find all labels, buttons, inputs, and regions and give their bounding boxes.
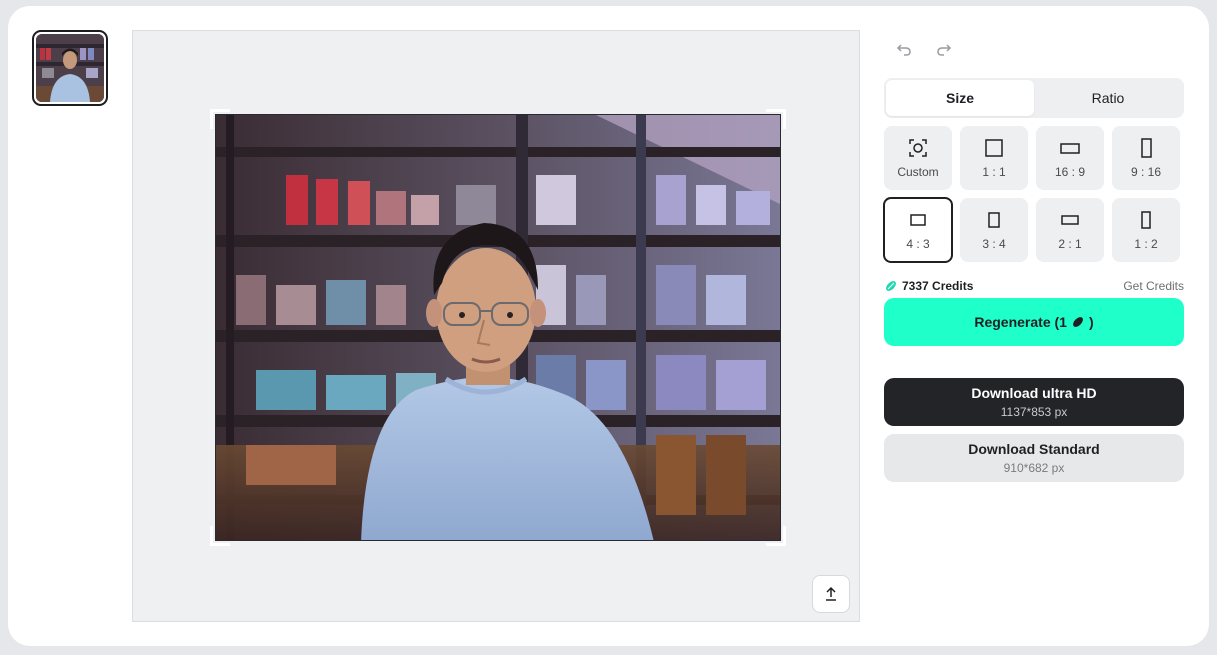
- ratio-1-1[interactable]: 1 : 1: [960, 126, 1028, 190]
- get-credits-link[interactable]: Get Credits: [1123, 279, 1184, 293]
- download-standard-button[interactable]: Download Standard 910*682 px: [884, 434, 1184, 482]
- credits-amount: 7337 Credits: [902, 279, 974, 293]
- ratio-label: 16 : 9: [1054, 165, 1086, 179]
- ratio-2-1[interactable]: 2 : 1: [1036, 198, 1104, 262]
- source-thumbnail[interactable]: [32, 30, 108, 106]
- undo-button[interactable]: [894, 39, 914, 59]
- credits-icon: [886, 281, 896, 291]
- ratio-1-2[interactable]: 1 : 2: [1112, 198, 1180, 262]
- ratio-label: 9 : 16: [1130, 165, 1162, 179]
- undo-icon: [896, 44, 911, 56]
- landscape-wide-icon: [1060, 137, 1080, 159]
- crop-handle-top-left[interactable]: [210, 109, 230, 129]
- mode-tabs: Size Ratio: [884, 78, 1184, 118]
- redo-icon: [937, 44, 952, 56]
- ratio-label: 1 : 2: [1134, 237, 1158, 251]
- download-hd-size: 1137*853 px: [1000, 405, 1068, 419]
- credits-balance: 7337 Credits: [884, 279, 973, 293]
- redo-button[interactable]: [934, 39, 954, 59]
- image-canvas: [132, 30, 860, 622]
- ratio-label: 2 : 1: [1058, 237, 1082, 251]
- ratio-9-16[interactable]: 9 : 16: [1112, 126, 1180, 190]
- history-controls: [894, 39, 954, 59]
- portrait-1-2-icon: [1136, 209, 1156, 231]
- ratio-label: 3 : 4: [982, 237, 1006, 251]
- regenerate-label: Regenerate (1: [974, 314, 1067, 330]
- ratio-label: Custom: [897, 165, 939, 179]
- credit-cost-icon: [1073, 317, 1083, 327]
- crop-handle-bottom-left[interactable]: [210, 526, 230, 546]
- ratio-4-3[interactable]: 4 : 3: [883, 197, 953, 263]
- download-std-size: 910*682 px: [1003, 461, 1065, 475]
- regenerate-suffix: ): [1088, 314, 1094, 330]
- portrait-tall-icon: [1136, 137, 1156, 159]
- landscape-2-1-icon: [1060, 209, 1080, 231]
- ratio-label: 1 : 1: [982, 165, 1006, 179]
- crop-handle-top-right[interactable]: [766, 109, 786, 129]
- download-hd-title: Download ultra HD: [971, 385, 1097, 401]
- crop-handle-bottom-right[interactable]: [766, 526, 786, 546]
- square-icon: [984, 137, 1004, 159]
- ratio-16-9[interactable]: 16 : 9: [1036, 126, 1104, 190]
- ratio-label: 4 : 3: [906, 237, 930, 251]
- upload-icon: [826, 586, 836, 601]
- download-std-title: Download Standard: [968, 441, 1100, 457]
- landscape-icon: [908, 209, 928, 231]
- credits-row: 7337 Credits Get Credits: [884, 278, 1184, 294]
- upload-button[interactable]: [812, 575, 850, 613]
- ratio-3-4[interactable]: 3 : 4: [960, 198, 1028, 262]
- regenerate-button[interactable]: Regenerate (1 ): [884, 298, 1184, 346]
- tab-size[interactable]: Size: [886, 80, 1034, 116]
- ratio-options: Custom 1 : 1 16 : 9 9 : 16 4: 3 3: 4 2…: [883, 126, 1184, 263]
- settings-panel: Size Ratio Custom 1 : 1 16: 9 9: 16 4 …: [883, 6, 1184, 646]
- ratio-custom[interactable]: Custom: [884, 126, 952, 190]
- thumbnail-image: [36, 34, 104, 102]
- custom-crop-icon: [908, 137, 928, 159]
- editor-card: Size Ratio Custom 1 : 1 16: 9 9: 16 4 …: [8, 6, 1209, 646]
- result-image: [215, 114, 781, 541]
- portrait-icon: [984, 209, 1004, 231]
- tab-ratio[interactable]: Ratio: [1034, 80, 1182, 116]
- download-ultra-hd-button[interactable]: Download ultra HD 1137*853 px: [884, 378, 1184, 426]
